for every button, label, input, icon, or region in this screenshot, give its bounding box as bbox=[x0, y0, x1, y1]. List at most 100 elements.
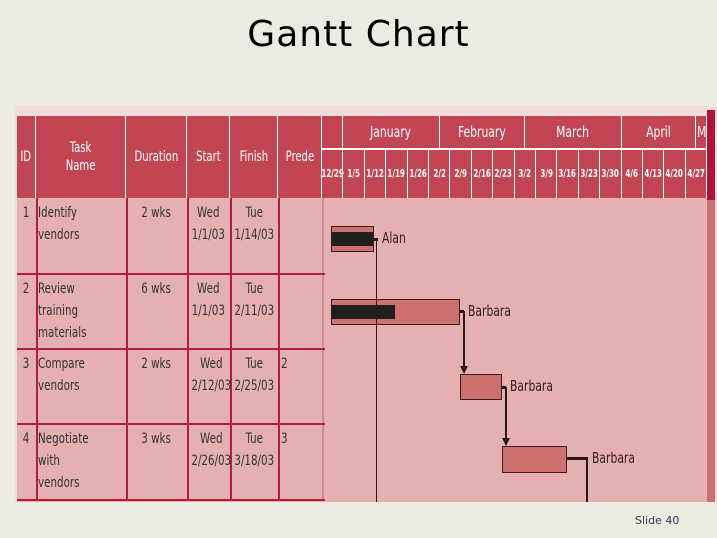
cell-id-text: 3 bbox=[23, 356, 30, 372]
week-tick: 1/12 bbox=[365, 149, 387, 198]
header-finish-text: Finish bbox=[239, 149, 268, 165]
cell-id: 4 bbox=[17, 428, 36, 450]
week-tick: 4/6 bbox=[622, 149, 643, 198]
resource-label-text: Barbara bbox=[510, 377, 554, 395]
table-header: ID Task Name Duration Start Finish Prede Janua… bbox=[17, 116, 708, 198]
cell-id-text: 1 bbox=[23, 205, 30, 221]
month-january: January bbox=[343, 116, 440, 148]
slide-number: Slide 40 bbox=[635, 514, 680, 527]
cell-pred: 2 bbox=[281, 353, 321, 375]
month-march: March bbox=[525, 116, 622, 148]
cell-id: 3 bbox=[17, 353, 36, 375]
cell-start-text: Wed 1/1/03 bbox=[191, 205, 226, 243]
row-divider bbox=[17, 348, 325, 350]
week-tick: 3/16 bbox=[557, 149, 579, 198]
header-predecessors-text: Prede bbox=[285, 149, 314, 165]
cell-finish: Tue 2/25/03 bbox=[230, 353, 278, 397]
week-tick-text: 1/12 bbox=[366, 167, 384, 180]
cell-pred-text: 2 bbox=[281, 356, 288, 372]
month-m: M bbox=[697, 116, 708, 148]
cell-duration-text: 2 wks bbox=[141, 356, 172, 372]
row-divider bbox=[17, 273, 325, 275]
cell-start-text: Wed 1/1/03 bbox=[191, 281, 226, 319]
header-start[interactable]: Start bbox=[187, 116, 230, 198]
month-february-text: February bbox=[458, 123, 506, 141]
month-march-text: March bbox=[556, 123, 590, 141]
cell-task-text: Identify vendors bbox=[38, 205, 80, 243]
cell-finish-text: Tue 2/11/03 bbox=[234, 281, 275, 319]
cell-start: Wed 2/12/03 bbox=[187, 353, 231, 397]
cell-finish-text: Tue 2/25/03 bbox=[234, 356, 275, 394]
progress-bar bbox=[332, 232, 373, 246]
week-tick: 3/9 bbox=[536, 149, 558, 198]
week-tick: 12/29 bbox=[320, 149, 344, 198]
resource-label-text: Alan bbox=[381, 229, 406, 247]
week-tick-text: 2/16 bbox=[473, 167, 491, 180]
connector-line bbox=[375, 239, 378, 502]
cell-id-text: 4 bbox=[23, 431, 30, 447]
week-tick: 3/23 bbox=[579, 149, 601, 198]
header-id[interactable]: ID bbox=[17, 116, 36, 198]
week-tick-text: 3/9 bbox=[539, 167, 553, 180]
week-tick: 2/2 bbox=[429, 149, 451, 198]
resource-label: Barbara bbox=[592, 449, 646, 467]
week-tick-text: 4/20 bbox=[665, 167, 684, 180]
cell-finish: Tue 2/11/03 bbox=[230, 278, 278, 322]
week-tick-text: 2/2 bbox=[432, 167, 446, 180]
dependency-line bbox=[462, 311, 465, 367]
header-finish[interactable]: Finish bbox=[230, 116, 278, 198]
month-m-text: M bbox=[696, 123, 707, 141]
resource-label: Alan bbox=[382, 229, 412, 247]
header-start-text: Start bbox=[195, 149, 221, 165]
week-tick-text: 3/2 bbox=[518, 167, 532, 180]
cell-finish: Tue 1/14/03 bbox=[230, 202, 278, 246]
month-blank bbox=[322, 116, 344, 148]
cell-duration-text: 6 wks bbox=[141, 281, 172, 297]
cell-pred bbox=[281, 278, 321, 300]
header-duration-text: Duration bbox=[134, 149, 178, 165]
week-tick: 1/5 bbox=[343, 149, 365, 198]
week-tick-text: 4/6 bbox=[625, 167, 639, 180]
week-tick-text: 12/29 bbox=[320, 167, 344, 180]
cell-duration-text: 2 wks bbox=[141, 205, 172, 221]
dependency-arrow-icon bbox=[502, 438, 511, 446]
row-divider bbox=[17, 423, 325, 425]
header-task-name-text: Task Name bbox=[65, 140, 96, 174]
month-april: April bbox=[622, 116, 697, 148]
cell-start-text: Wed 2/26/03 bbox=[191, 431, 232, 469]
week-tick-text: 1/26 bbox=[409, 167, 427, 180]
progress-bar bbox=[332, 305, 396, 319]
cell-duration: 2 wks bbox=[126, 353, 187, 375]
week-tick: 1/26 bbox=[408, 149, 429, 198]
dependency-arrow-icon bbox=[459, 366, 468, 374]
week-tick: 1/19 bbox=[386, 149, 408, 198]
week-tick: 2/9 bbox=[450, 149, 472, 198]
cell-pred bbox=[281, 202, 321, 224]
dependency-line bbox=[505, 387, 508, 439]
resource-label: Barbara bbox=[510, 377, 564, 395]
slide-title: Gantt Chart bbox=[247, 14, 470, 55]
frame-edge-lower bbox=[707, 200, 715, 502]
header-duration[interactable]: Duration bbox=[126, 116, 187, 198]
connector-line bbox=[566, 457, 588, 460]
cell-start: Wed 1/1/03 bbox=[187, 202, 230, 246]
week-tick-text: 1/5 bbox=[347, 167, 360, 180]
cell-duration: 6 wks bbox=[126, 278, 187, 300]
week-tick-text: 2/9 bbox=[454, 167, 467, 180]
cell-task-text: Negotiate with vendors bbox=[38, 431, 89, 491]
cell-task-text: Compare vendors bbox=[38, 356, 85, 394]
cell-id-text: 2 bbox=[23, 281, 30, 297]
resource-label-text: Barbara bbox=[467, 302, 511, 320]
task-bar[interactable] bbox=[459, 374, 503, 400]
cell-task: Review training materials bbox=[38, 278, 126, 344]
header-predecessors[interactable]: Prede bbox=[278, 116, 322, 198]
week-tick: 2/16 bbox=[472, 149, 494, 198]
connector-line bbox=[585, 458, 588, 502]
week-tick-text: 2/23 bbox=[494, 167, 513, 180]
header-task-name[interactable]: Task Name bbox=[36, 116, 126, 198]
week-tick-text: 4/13 bbox=[644, 167, 662, 180]
week-tick-text: 3/23 bbox=[580, 167, 598, 180]
task-bar[interactable] bbox=[502, 446, 567, 473]
cell-finish: Tue 3/18/03 bbox=[230, 428, 278, 472]
gantt-chart: ID Task Name Duration Start Finish Prede Janua… bbox=[17, 116, 708, 502]
